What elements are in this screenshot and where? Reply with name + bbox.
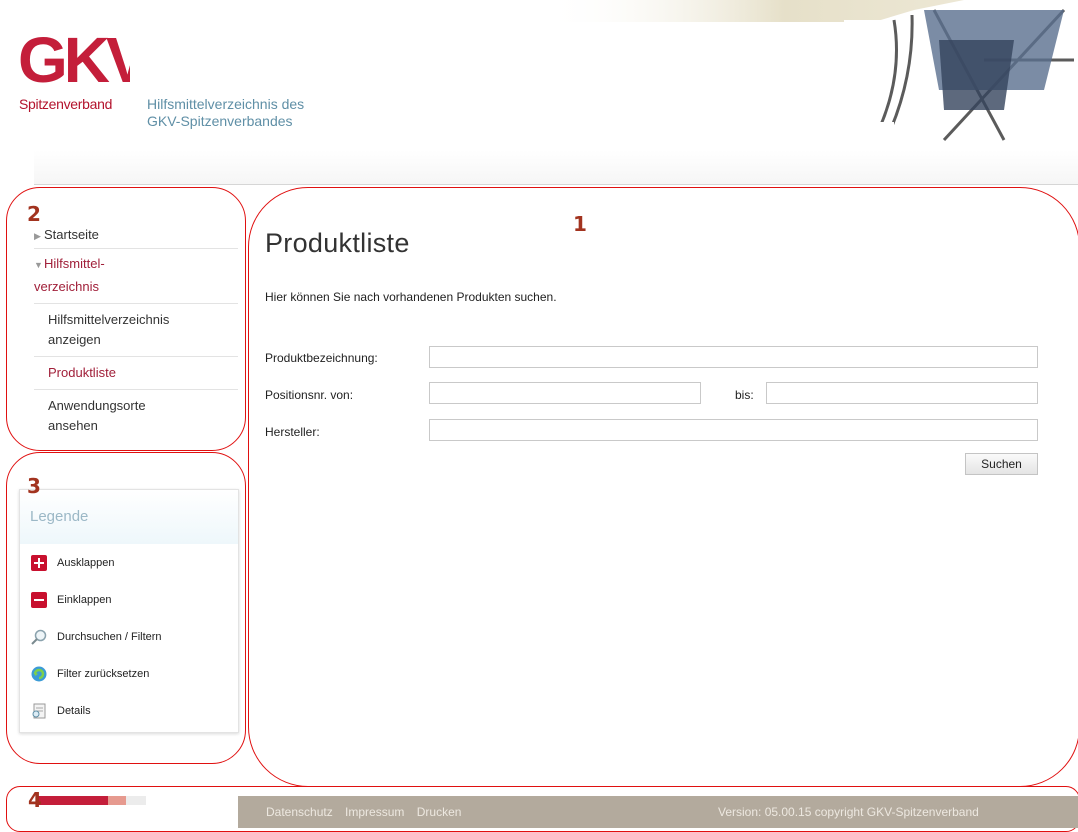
sidebar-item-label: Startseite: [44, 227, 99, 242]
product-name-label: Produktbezeichnung:: [265, 351, 378, 365]
sidebar-item-label: Hilfsmittel-: [44, 256, 105, 271]
annotation-number-4: 4: [28, 788, 42, 812]
org-name: Spitzenverband: [19, 96, 113, 112]
footer-accent-red: [36, 796, 108, 805]
site-title-line1: Hilfsmittelverzeichnis des: [147, 96, 305, 112]
footer-accent-grey: [126, 796, 146, 805]
triangle-right-icon: ▶: [34, 231, 41, 241]
header-divider: [34, 184, 1078, 185]
footer-link-drucken[interactable]: Drucken: [417, 805, 462, 819]
footer-links: Datenschutz Impressum Drucken: [266, 805, 470, 819]
legend-item-label: Details: [57, 704, 91, 717]
sidebar-item-label: verzeichnis: [34, 279, 100, 294]
site-title-line2: GKV-Spitzenverbandes: [147, 113, 293, 129]
sidebar-item-label: Produktliste: [48, 365, 116, 380]
legend-title: Legende: [20, 490, 238, 544]
legend-item: Filter zurücksetzen: [20, 655, 238, 692]
plus-icon: [31, 554, 47, 571]
legend-item: Ausklappen: [20, 544, 238, 581]
legend-item-label: Filter zurücksetzen: [57, 667, 150, 680]
annotation-oval-1: [248, 187, 1078, 787]
footer-link-datenschutz[interactable]: Datenschutz: [266, 805, 333, 819]
refresh-icon: [31, 666, 47, 681]
position-to-label: bis:: [735, 388, 754, 402]
intro-text: Hier können Sie nach vorhandenen Produkt…: [265, 290, 557, 304]
sidebar-item-startseite[interactable]: ▶ Startseite: [34, 222, 238, 249]
magnifier-icon: [31, 629, 47, 645]
legend-item-label: Durchsuchen / Filtern: [57, 630, 162, 643]
site-title: Hilfsmittelverzeichnis des GKV-Spitzenve…: [147, 96, 304, 130]
gkv-logo[interactable]: GKV: [18, 20, 130, 90]
product-name-input[interactable]: [429, 346, 1038, 368]
position-from-input[interactable]: [429, 382, 701, 404]
legend-item-label: Ausklappen: [57, 556, 115, 569]
annotation-number-3: 3: [27, 474, 41, 498]
footer-link-impressum[interactable]: Impressum: [345, 805, 404, 819]
annotation-number-2: 2: [27, 202, 41, 226]
svg-text:GKV: GKV: [18, 24, 130, 90]
sidebar-navigation: ▶ Startseite ▼Hilfsmittel- verzeichnis Hi…: [34, 222, 238, 442]
sidebar-item-label: anzeigen: [48, 332, 101, 347]
sidebar-item-produktliste[interactable]: Produktliste: [34, 357, 238, 390]
manufacturer-input[interactable]: [429, 419, 1038, 441]
sidebar-item-label: ansehen: [48, 418, 98, 433]
triangle-down-icon: ▼: [34, 260, 43, 270]
manufacturer-label: Hersteller:: [265, 425, 320, 439]
legend-panel: Legende Ausklappen Einklappen Durchsuche…: [19, 489, 239, 733]
page-title: Produktliste: [265, 228, 410, 258]
minus-icon: [31, 591, 47, 608]
footer-version: Version: 05.00.15 copyright GKV-Spitzenv…: [718, 805, 979, 819]
legend-item: Durchsuchen / Filtern: [20, 618, 238, 655]
position-to-input[interactable]: [766, 382, 1038, 404]
sidebar-item-anwendungsorte[interactable]: Anwendungsorte ansehen: [34, 390, 238, 442]
sidebar-item-verzeichnis-anzeigen[interactable]: Hilfsmittelverzeichnis anzeigen: [34, 304, 238, 357]
search-button[interactable]: Suchen: [965, 453, 1038, 475]
legend-item-label: Einklappen: [57, 593, 112, 606]
legend-item: Einklappen: [20, 581, 238, 618]
header-band: [34, 150, 1078, 184]
sidebar-item-label: Hilfsmittelverzeichnis: [48, 312, 170, 327]
details-icon: [32, 703, 46, 718]
header-wheelchair-image: [544, 0, 1078, 142]
position-from-label: Positionsnr. von:: [265, 388, 354, 402]
sidebar-item-hilfsmittelverzeichnis[interactable]: ▼Hilfsmittel- verzeichnis: [34, 249, 238, 304]
sidebar-item-label: Anwendungsorte: [48, 398, 146, 413]
footer-accent-pink: [108, 796, 126, 805]
legend-item: Details: [20, 692, 238, 729]
annotation-number-1: 1: [573, 212, 587, 236]
